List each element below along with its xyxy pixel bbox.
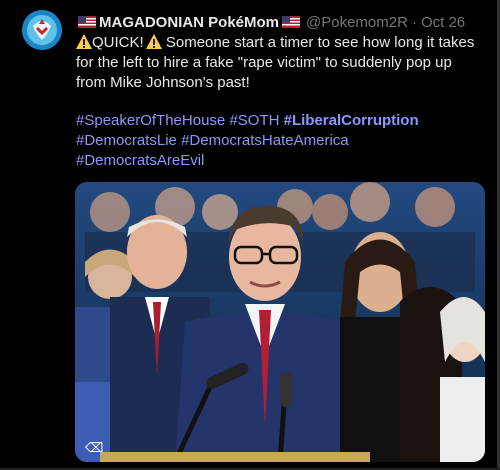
warning-icon xyxy=(76,34,92,49)
tweet-photo[interactable]: ⌫ xyxy=(75,182,485,462)
hashtags: #SpeakerOfTheHouse #SOTH #LiberalCorrupt… xyxy=(76,111,486,171)
author-name[interactable]: MAGADONIAN PokéMom xyxy=(99,14,279,31)
us-flag-icon xyxy=(78,16,96,28)
photo-image xyxy=(75,182,485,462)
tweet-date[interactable]: Oct 26 xyxy=(421,14,465,31)
tweet-header: MAGADONIAN PokéMom @Pokemom2R · Oct 26 xyxy=(76,12,486,32)
us-flag-icon xyxy=(282,16,301,28)
hashtag-link[interactable]: #SpeakerOfTheHouse xyxy=(76,112,225,129)
tweet-text: QUICK! Someone start a timer to see how … xyxy=(76,33,486,93)
hashtag-link[interactable]: #DemocratsLie xyxy=(76,132,177,149)
avatar-icon xyxy=(22,10,62,50)
warning-icon xyxy=(145,34,162,49)
author-handle[interactable]: @Pokemom2R xyxy=(306,14,408,31)
hashtag-link[interactable]: #DemocratsAreEvil xyxy=(76,152,204,169)
avatar[interactable] xyxy=(22,10,62,50)
hashtag-link[interactable]: #DemocratsHateAmerica xyxy=(181,132,349,149)
hashtag-link[interactable]: #SOTH xyxy=(229,112,279,129)
alt-text-icon[interactable]: ⌫ xyxy=(85,440,103,456)
separator-dot: · xyxy=(411,13,417,31)
tweet-text-start: QUICK! xyxy=(92,34,144,51)
hashtag-link[interactable]: #LiberalCorruption xyxy=(284,112,419,129)
